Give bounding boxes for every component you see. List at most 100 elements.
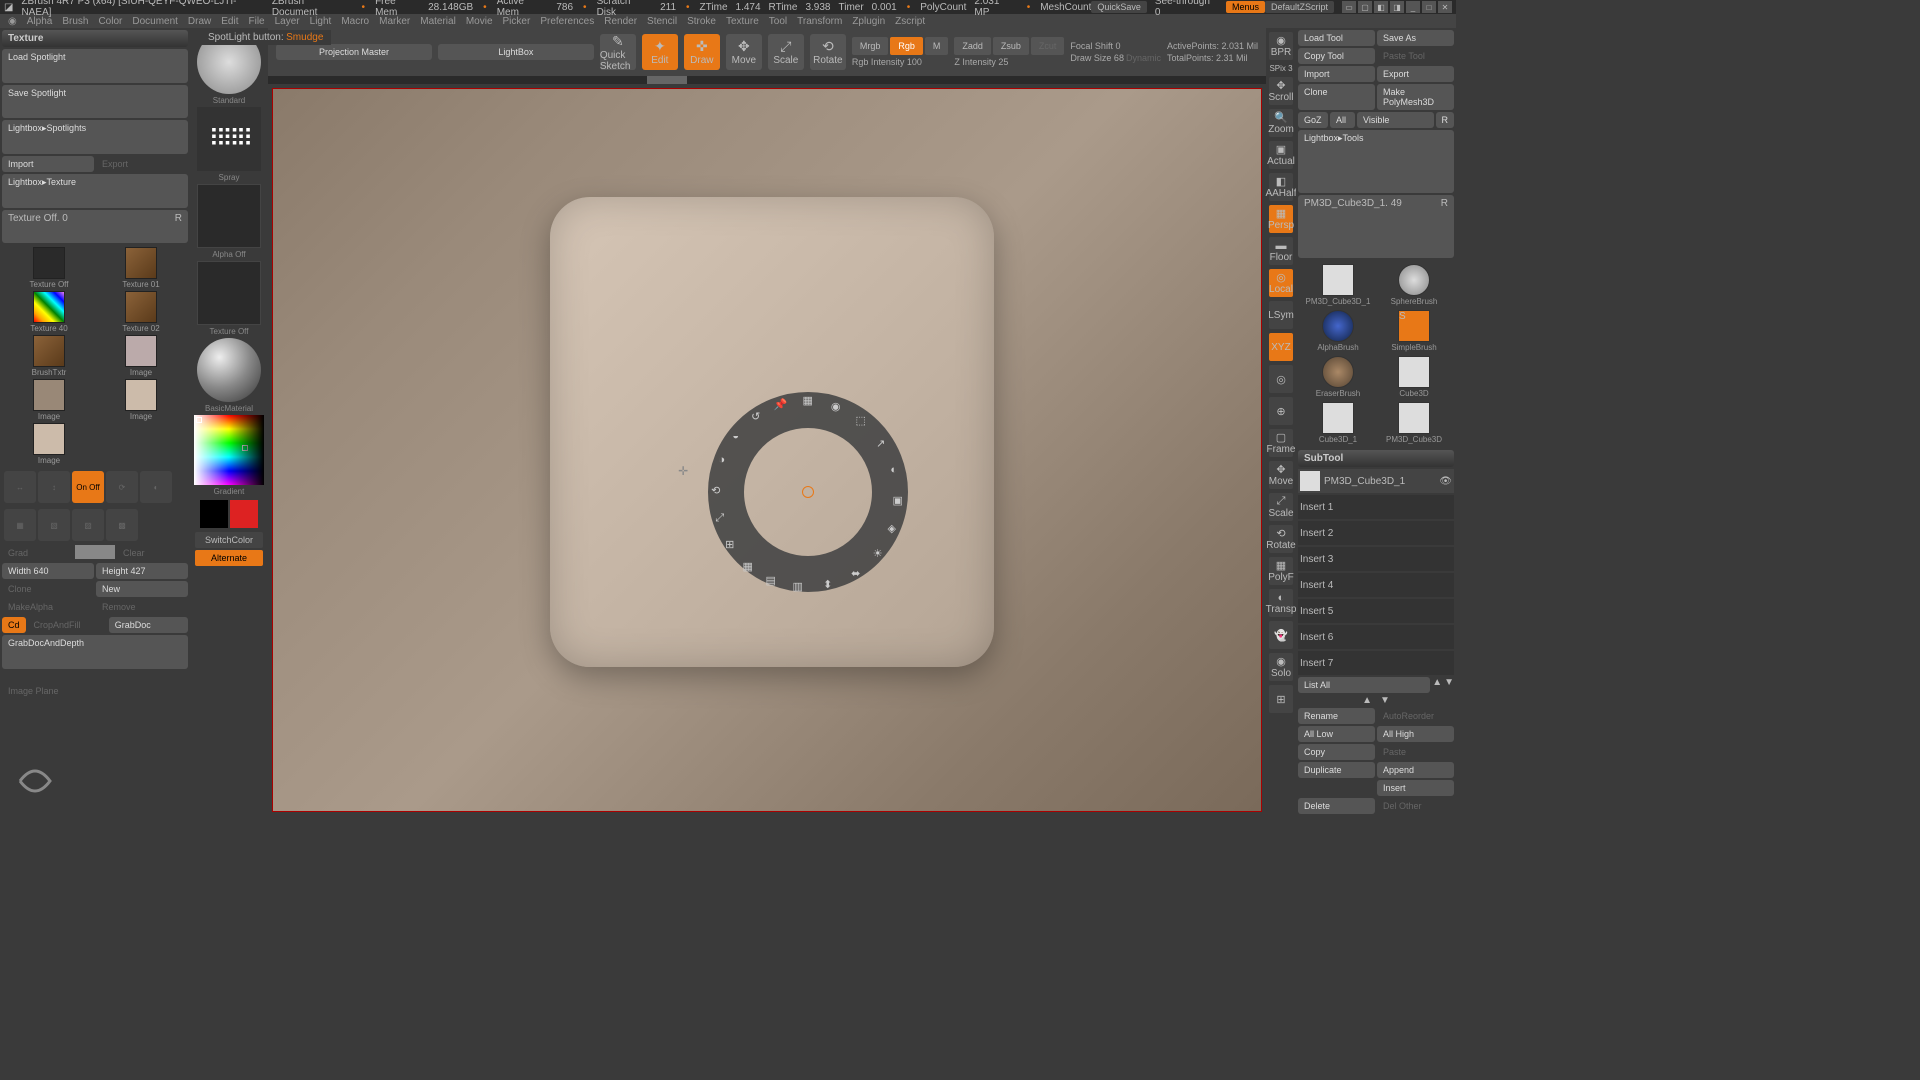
switch-color-button[interactable]: SwitchColor (195, 532, 263, 548)
invert-icon[interactable]: ◐ (140, 471, 172, 503)
texture-slot[interactable]: Image (4, 379, 94, 421)
secondary-color[interactable] (200, 500, 228, 528)
cd-button[interactable]: Cd (2, 617, 26, 633)
new-button[interactable]: New (96, 581, 188, 597)
move-down-icon[interactable]: ▼ (1380, 695, 1390, 706)
texture-slot[interactable]: Image (96, 335, 186, 377)
height-slider[interactable]: Height 427 (96, 563, 188, 579)
win-icon-2[interactable]: ▢ (1358, 1, 1372, 13)
win-icon-4[interactable]: ◨ (1390, 1, 1404, 13)
subtool-item[interactable]: Insert 6 (1298, 625, 1454, 649)
quick-sketch-button[interactable]: ✎Quick Sketch (600, 34, 636, 70)
close-icon[interactable]: ✕ (1438, 1, 1452, 13)
menu-layer[interactable]: Layer (275, 16, 300, 27)
spotlight-scale-icon[interactable]: ⤢ (712, 512, 728, 528)
transp-button[interactable]: ◐Transp (1269, 589, 1293, 617)
tool-slot[interactable]: Cube3D (1378, 356, 1450, 398)
menus-button[interactable]: Menus (1226, 1, 1265, 13)
menu-edit[interactable]: Edit (221, 16, 238, 27)
subtool-item[interactable]: Insert 2 (1298, 521, 1454, 545)
solo-button[interactable]: ◉Solo (1269, 653, 1293, 681)
move-button[interactable]: ✥Move (726, 34, 762, 70)
minimize-icon[interactable]: _ (1406, 1, 1420, 13)
spotlight-fade-icon[interactable]: ◒ (728, 430, 744, 446)
menu-alpha[interactable]: Alpha (27, 16, 53, 27)
subtool-item[interactable]: Insert 3 (1298, 547, 1454, 571)
texture-off-button[interactable]: Texture Off. 0 R (2, 210, 188, 244)
tex-op-icon[interactable]: ▩ (106, 509, 138, 541)
spotlight-restore-icon[interactable]: ↺ (748, 410, 764, 426)
image-plane-header[interactable]: Image Plane (2, 683, 188, 717)
tool-slot[interactable]: EraserBrush (1302, 356, 1374, 398)
spotlight-clone-icon[interactable]: ◉ (828, 400, 844, 416)
frame-button[interactable]: ▢Frame (1269, 429, 1293, 457)
rotate-cam-button[interactable]: ⟲Rotate (1269, 525, 1293, 553)
menu-tool[interactable]: Tool (769, 16, 787, 27)
copy-tool-button[interactable]: Copy Tool (1298, 48, 1375, 64)
menu-marker[interactable]: Marker (379, 16, 410, 27)
alternate-button[interactable]: Alternate (195, 550, 263, 566)
goz-r-button[interactable]: R (1436, 112, 1455, 128)
center-icon[interactable]: ◎ (1269, 365, 1293, 393)
move-cam-button[interactable]: ✥Move (1269, 461, 1293, 489)
import-tool-button[interactable]: Import (1298, 66, 1375, 82)
remove-button[interactable]: Remove (96, 599, 188, 615)
spotlight-nudge-icon[interactable]: ↗ (873, 437, 889, 453)
menu-texture[interactable]: Texture (726, 16, 759, 27)
texture-slot[interactable]: Texture 40 (4, 291, 94, 333)
rotate-button[interactable]: ⟲Rotate (810, 34, 846, 70)
on-off-button[interactable]: On Off (72, 471, 104, 503)
subtool-item[interactable]: Insert 4 (1298, 573, 1454, 597)
visibility-icon[interactable]: 👁 (1439, 476, 1452, 487)
clone-button[interactable]: Clone (2, 581, 94, 597)
zcut-button[interactable]: Zcut (1031, 37, 1065, 55)
clear-button[interactable]: Clear (117, 545, 188, 561)
copy-subtool-button[interactable]: Copy (1298, 744, 1375, 760)
stroke-preview[interactable] (197, 107, 261, 171)
home-icon[interactable]: ◉ (8, 16, 17, 27)
subtool-item[interactable]: Insert 5 (1298, 599, 1454, 623)
texture-header[interactable]: Texture (2, 30, 188, 47)
primary-color[interactable] (230, 500, 258, 528)
color-picker[interactable] (194, 415, 264, 485)
menu-picker[interactable]: Picker (503, 16, 531, 27)
menu-transform[interactable]: Transform (797, 16, 842, 27)
load-tool-button[interactable]: Load Tool (1298, 30, 1375, 46)
texture-slot[interactable]: Texture 02 (96, 291, 186, 333)
draw-size-slider[interactable]: Draw Size 68 (1070, 53, 1124, 63)
tex-op-icon[interactable]: ▦ (4, 509, 36, 541)
menu-macro[interactable]: Macro (341, 16, 369, 27)
lightbox-button[interactable]: LightBox (438, 44, 594, 60)
mrgb-button[interactable]: Mrgb (852, 37, 889, 55)
menu-zplugin[interactable]: Zplugin (852, 16, 885, 27)
win-icon-3[interactable]: ◧ (1374, 1, 1388, 13)
lightbox-texture-button[interactable]: Lightbox▸Texture (2, 174, 188, 208)
export-texture-button[interactable]: Export (96, 156, 188, 172)
zoom-button[interactable]: 🔍Zoom (1269, 109, 1293, 137)
default-script-button[interactable]: DefaultZScript (1265, 1, 1334, 13)
current-tool-button[interactable]: PM3D_Cube3D_1. 49R (1298, 195, 1454, 258)
makealpha-button[interactable]: MakeAlpha (2, 599, 94, 615)
spotlight-dial[interactable]: ▦ ◉ ⬚ ↗ ◐ ▣ ◈ ☀ ⬌ ⬍ ▥ ▤ ▦ ⊞ ⤢ ⟲ ◑ (708, 392, 908, 592)
spotlight-contrast-icon[interactable]: ◐ (886, 464, 902, 480)
save-spotlight-button[interactable]: Save Spotlight (2, 85, 188, 119)
subtool-item[interactable]: PM3D_Cube3D_1👁 (1298, 469, 1454, 493)
subtool-item[interactable]: Insert 7 (1298, 651, 1454, 675)
import-texture-button[interactable]: Import (2, 156, 94, 172)
rotate-icon[interactable]: ⟳ (106, 471, 138, 503)
lsym-button[interactable]: LSym (1269, 301, 1293, 329)
tex-op-icon[interactable]: ▧ (38, 509, 70, 541)
del-other-button[interactable]: Del Other (1377, 798, 1454, 814)
arrow-up-icon[interactable]: ▲ (1432, 677, 1442, 693)
ghost-button[interactable]: 👻 (1269, 621, 1293, 649)
xpose-button[interactable]: ⊞ (1269, 685, 1293, 713)
subtool-item[interactable]: Insert 1 (1298, 495, 1454, 519)
scale-cam-button[interactable]: ⤢Scale (1269, 493, 1293, 521)
paste-subtool-button[interactable]: Paste (1377, 744, 1454, 760)
zsub-button[interactable]: Zsub (993, 37, 1029, 55)
lightbox-tools-button[interactable]: Lightbox▸Tools (1298, 130, 1454, 193)
goz-all-button[interactable]: All (1330, 112, 1355, 128)
material-preview[interactable] (197, 338, 261, 402)
export-tool-button[interactable]: Export (1377, 66, 1454, 82)
texture-preview[interactable] (197, 261, 261, 325)
